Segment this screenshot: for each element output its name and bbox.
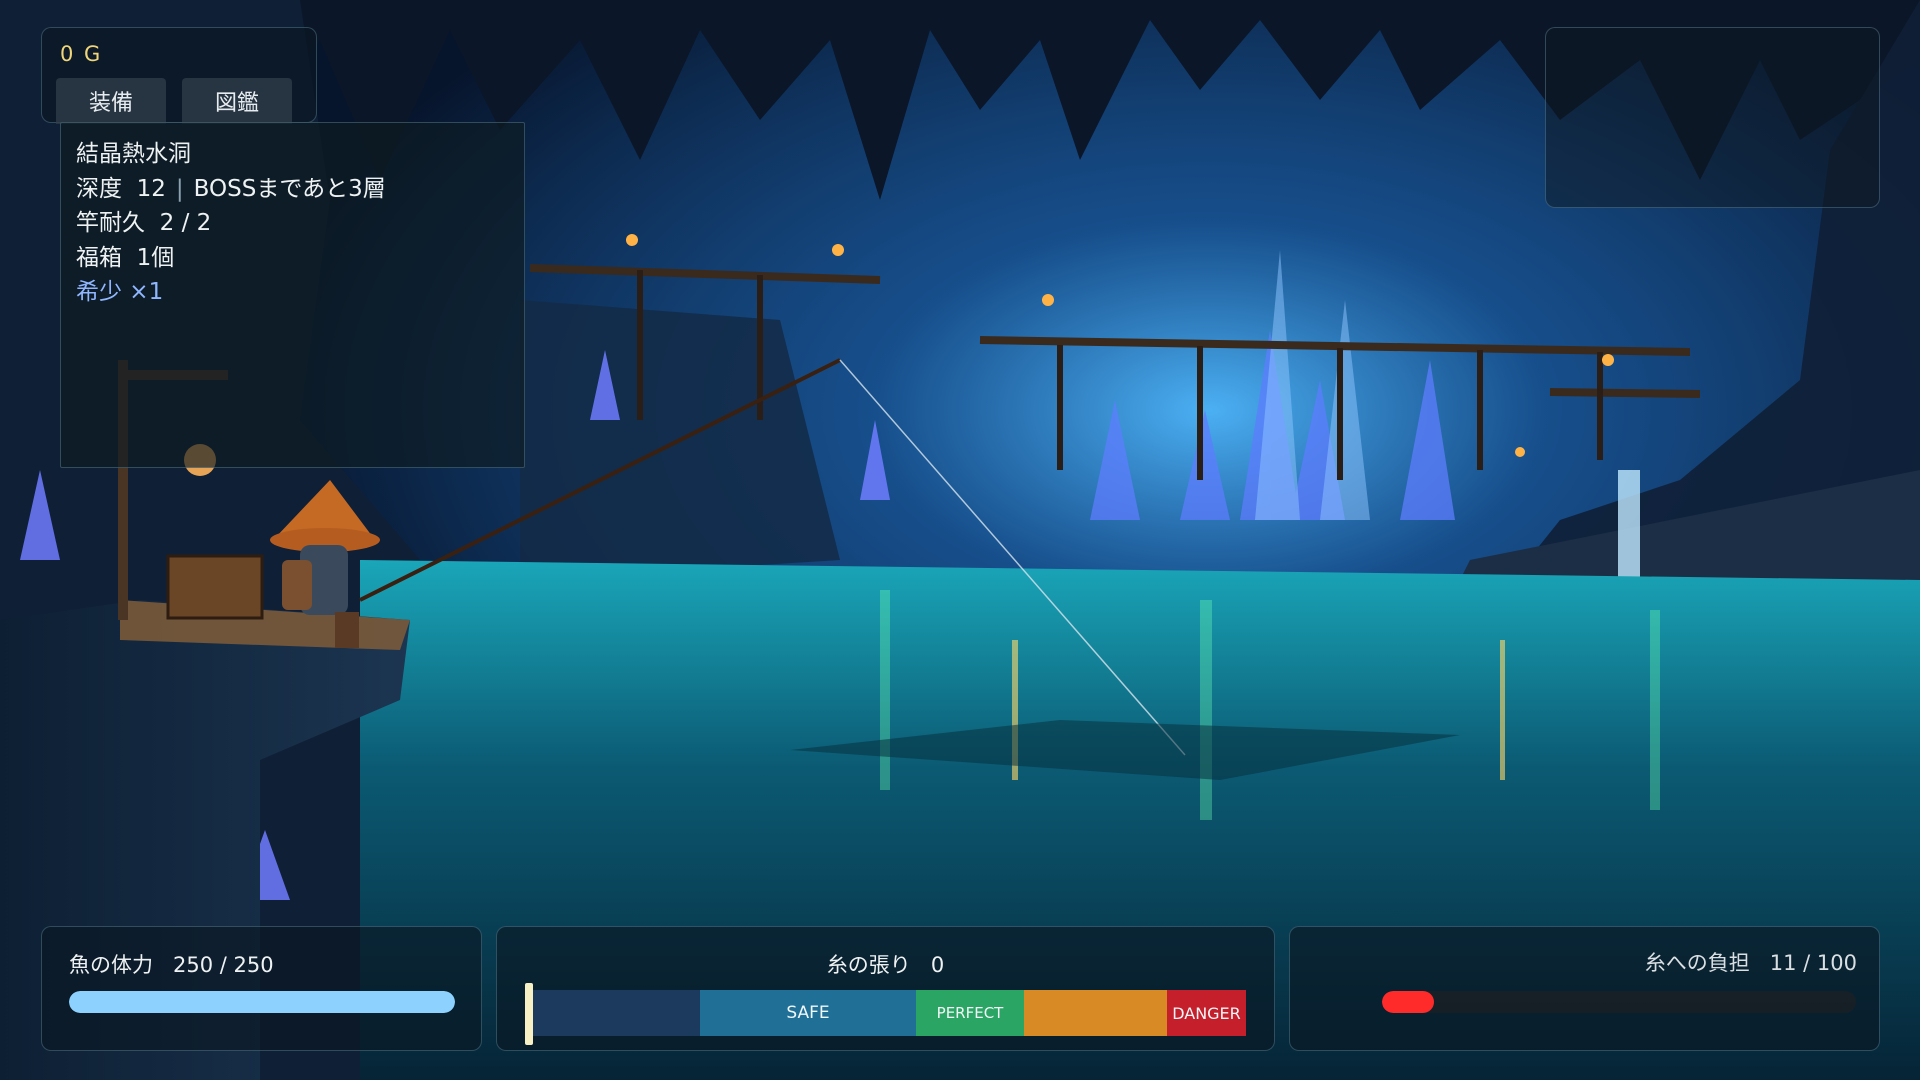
rare-count: 希少 ×1 bbox=[76, 279, 164, 305]
line-load-label: 糸への負担 11 / 100 bbox=[1645, 947, 1857, 977]
gold-display: 0 G bbox=[60, 42, 103, 66]
tension-marker bbox=[525, 983, 533, 1045]
location-name: 結晶熱水洞 bbox=[76, 141, 191, 167]
chest-count: 1個 bbox=[136, 244, 175, 271]
tension-zone-low bbox=[529, 990, 700, 1036]
tension-zone-safe: SAFE bbox=[700, 990, 916, 1036]
line-load-value: 11 / 100 bbox=[1769, 951, 1857, 975]
tension-zone-perfect: PERFECT bbox=[916, 990, 1024, 1036]
fish-stamina-bar bbox=[69, 991, 455, 1013]
fish-stamina-title: 魚の体力 bbox=[69, 953, 153, 977]
depth-value: 12 bbox=[136, 175, 166, 202]
fish-stamina-label: 魚の体力 250 / 250 bbox=[69, 949, 274, 979]
boss-countdown: BOSSまであと3層 bbox=[193, 175, 386, 202]
fish-stamina-panel: 魚の体力 250 / 250 bbox=[41, 926, 482, 1051]
chest-label: 福箱 bbox=[76, 244, 122, 271]
tab-equipment[interactable]: 装備 bbox=[56, 78, 166, 124]
tab-encyclopedia[interactable]: 図鑑 bbox=[182, 78, 292, 124]
depth-line: 深度 12 | BOSSまであと3層 bbox=[76, 172, 524, 207]
line-tension-value: 0 bbox=[930, 953, 945, 977]
chest-line: 福箱 1個 bbox=[76, 241, 524, 276]
line-load-bar bbox=[1382, 991, 1856, 1013]
line-load-title: 糸への負担 bbox=[1644, 951, 1750, 975]
rod-durability-line: 竿耐久 2 / 2 bbox=[76, 206, 524, 241]
rod-durability-value: 2 / 2 bbox=[159, 210, 212, 236]
fish-stamina-fill bbox=[69, 991, 455, 1013]
depth-label: 深度 bbox=[76, 175, 122, 202]
line-tension-panel: 糸の張り 0 SAFE PERFECT DANGER bbox=[496, 926, 1275, 1051]
minimap-panel bbox=[1545, 27, 1880, 208]
tension-zone-high bbox=[1024, 990, 1167, 1036]
line-tension-label: 糸の張り 0 bbox=[497, 949, 1274, 979]
tension-zone-danger: DANGER bbox=[1167, 990, 1246, 1036]
top-left-panel: 0 G 装備 図鑑 bbox=[41, 27, 317, 124]
line-load-panel: 糸への負担 11 / 100 bbox=[1289, 926, 1880, 1051]
rod-durability-label: 竿耐久 bbox=[76, 210, 145, 236]
tension-meter: SAFE PERFECT DANGER bbox=[529, 990, 1246, 1036]
line-tension-title: 糸の張り bbox=[826, 953, 911, 977]
fish-stamina-value: 250 / 250 bbox=[173, 953, 274, 977]
line-load-fill bbox=[1382, 991, 1435, 1013]
depth-separator: | bbox=[175, 175, 184, 202]
info-panel: 結晶熱水洞 深度 12 | BOSSまであと3層 竿耐久 2 / 2 福箱 1個 希… bbox=[60, 122, 525, 468]
